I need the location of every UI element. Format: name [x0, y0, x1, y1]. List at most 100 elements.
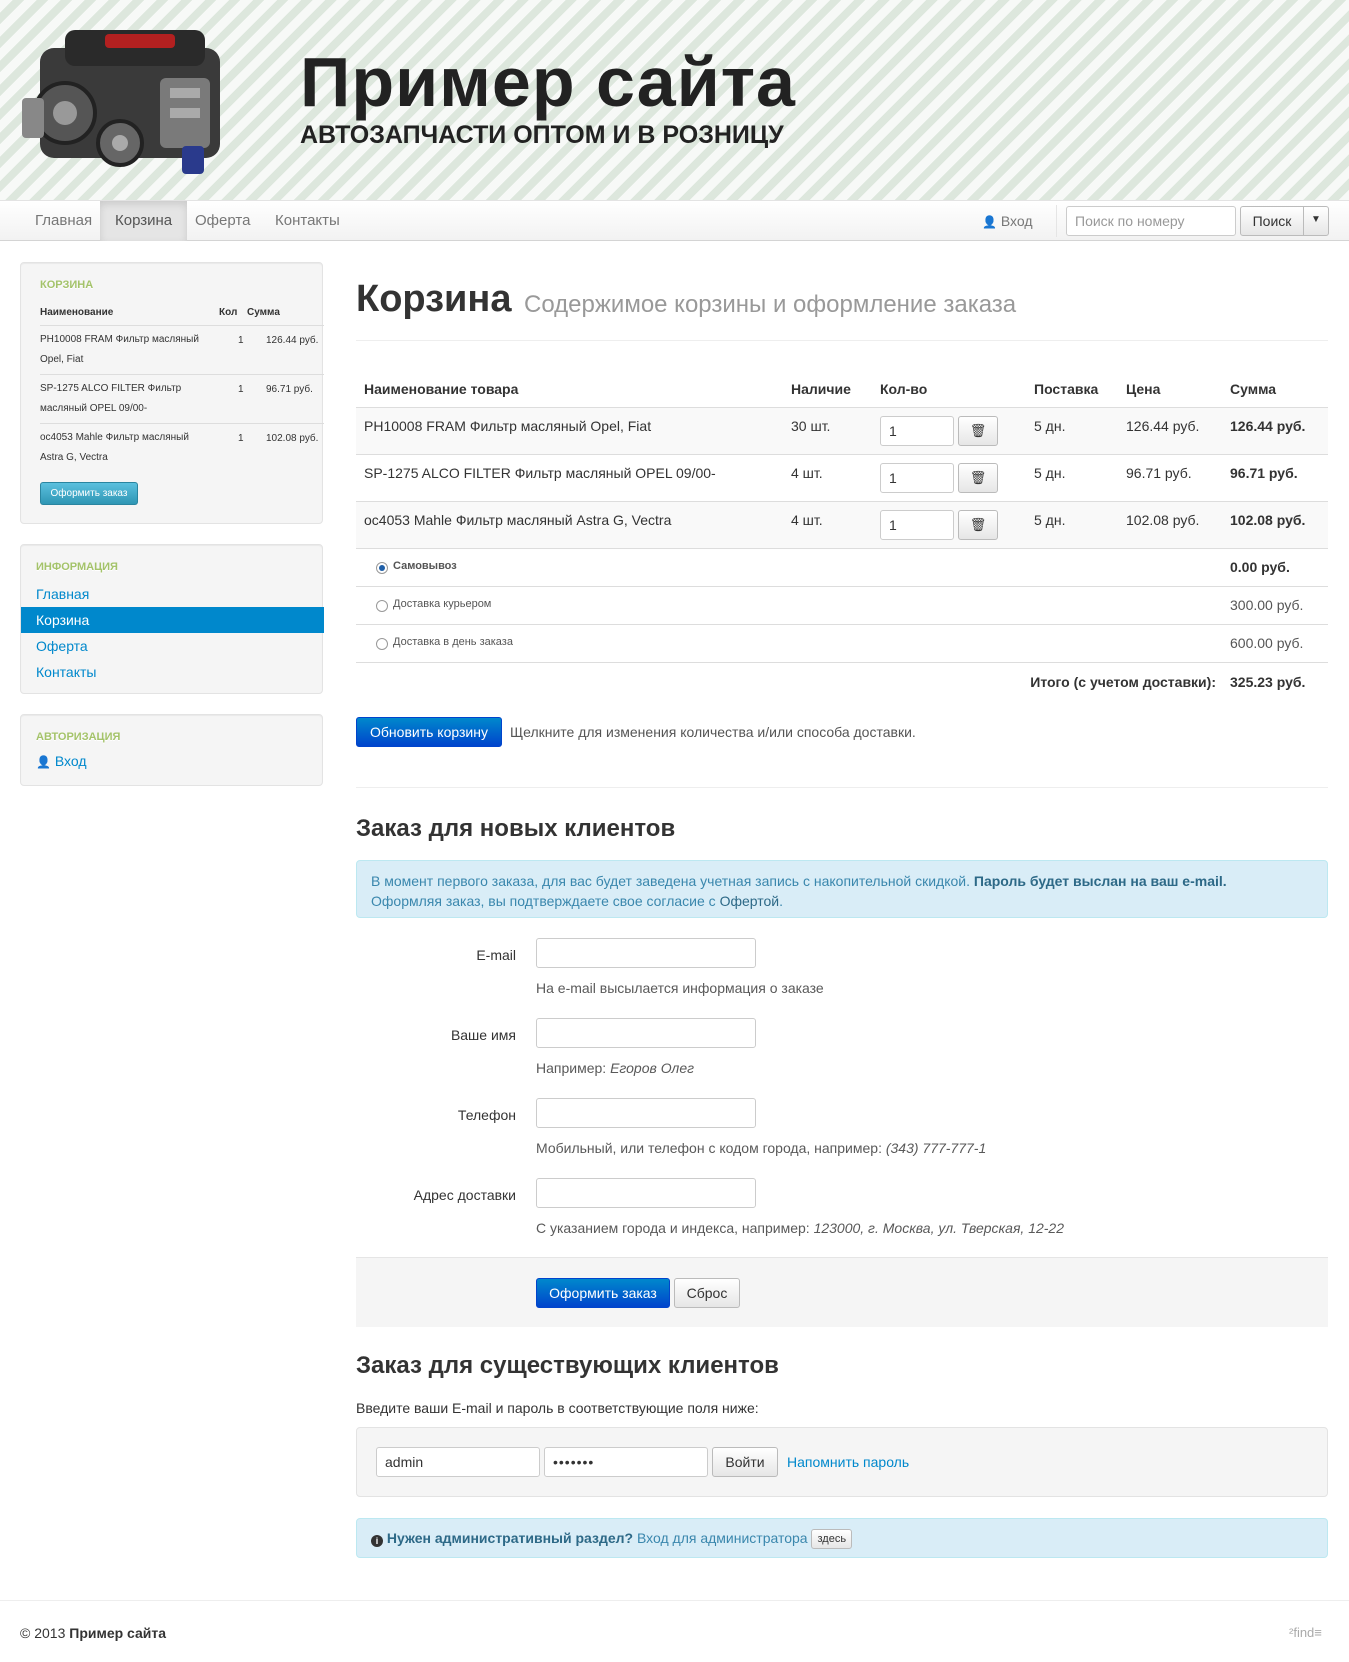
divider [356, 787, 1328, 788]
new-clients-heading: Заказ для новых клиентов [356, 815, 676, 842]
form-actions: Оформить заказ Сброс [356, 1257, 1328, 1327]
address-label: Адрес доставки [413, 1187, 516, 1203]
trash-icon: 🗑 [969, 517, 987, 532]
address-help: С указанием города и индекса, например: … [536, 1220, 1065, 1236]
shipping-option: Самовывоз 0.00 руб. [356, 548, 1328, 586]
search-dropdown-toggle[interactable]: ▼ [1303, 206, 1329, 236]
total-row: Итого (с учетом доставки): 325.23 руб. [356, 662, 1328, 700]
nav-item-home[interactable]: Главная [20, 201, 107, 241]
quantity-input[interactable]: 1 [880, 416, 954, 446]
sidebar-link-cart[interactable]: Корзина [21, 607, 324, 633]
total-value: 325.23 руб. [1230, 674, 1306, 690]
table-row: oc4053 Mahle Фильтр масляный Astra G, Ve… [356, 501, 1328, 548]
sidebar-login-link[interactable]: 👤 Вход [36, 753, 87, 769]
phone-help: Мобильный, или телефон с кодом города, н… [536, 1140, 987, 1156]
phone-label: Телефон [457, 1107, 516, 1123]
col-qty: Кол-во [880, 381, 928, 397]
name-label: Ваше имя [450, 1027, 516, 1043]
phone-field[interactable] [536, 1098, 756, 1128]
search-button[interactable]: Поиск [1240, 206, 1304, 236]
quantity-input[interactable]: 1 [880, 463, 954, 493]
mini-col-sum: Сумма [247, 307, 280, 318]
nav-item-cart[interactable]: Корзина [100, 201, 188, 241]
shipping-radio[interactable] [376, 600, 388, 612]
site-title: Пример сайта [300, 43, 796, 121]
top-navbar: Главная Корзина Оферта Контакты 👤 Вход П… [0, 200, 1349, 241]
site-header: Пример сайта АВТОЗАПЧАСТИ ОПТОМ И В РОЗН… [0, 0, 1349, 200]
update-hint: Щелкните для изменения количества и/или … [510, 724, 916, 740]
info-icon: i [371, 1535, 383, 1547]
shipping-radio[interactable] [376, 638, 388, 650]
remind-password-link[interactable]: Напомнить пароль [787, 1454, 909, 1470]
name-help: Например: Егоров Олег [536, 1060, 695, 1076]
email-help: На e-mail высылается информация о заказе [536, 980, 824, 996]
email-label: E-mail [476, 947, 516, 963]
mini-cart-row: SP-1275 ALCO FILTER Фильтр масляный OPEL… [40, 374, 324, 423]
mini-col-qty: Кол [219, 307, 238, 318]
sidebar-cart-heading: КОРЗИНА [40, 279, 94, 291]
table-row: PH10008 FRAM Фильтр масляный Opel, Fiat … [356, 407, 1328, 454]
sidebar-link-home[interactable]: Главная [21, 581, 324, 607]
login-email-field[interactable]: admin [376, 1447, 540, 1477]
login-button[interactable]: Войти [712, 1447, 778, 1477]
sidebar-link-offer[interactable]: Оферта [21, 633, 324, 659]
sidebar-info-heading: ИНФОРМАЦИЯ [36, 561, 118, 573]
mini-cart-row: oc4053 Mahle Фильтр масляный Astra G, Ve… [40, 423, 324, 472]
shipping-option: Доставка курьером 300.00 руб. [356, 586, 1328, 624]
shipping-option: Доставка в день заказа 600.00 руб. [356, 624, 1328, 662]
col-sum: Сумма [1230, 381, 1277, 397]
page-title: Корзина [356, 278, 512, 320]
site-subtitle: АВТОЗАПЧАСТИ ОПТОМ И В РОЗНИЦУ [300, 121, 784, 149]
admin-alert-text: Вход для администратора [636, 1530, 808, 1546]
user-icon: 👤 [982, 215, 997, 229]
delete-item-button[interactable]: 🗑 [958, 416, 998, 446]
user-icon: 👤 [36, 755, 51, 769]
col-price: Цена [1126, 381, 1161, 397]
sidebar-link-contacts[interactable]: Контакты [21, 659, 324, 685]
mini-cart-row: PH10008 FRAM Фильтр масляный Opel, Fiat … [40, 325, 324, 374]
nav-divider [1056, 205, 1057, 237]
engine-logo-image [22, 30, 220, 174]
reset-button[interactable]: Сброс [674, 1278, 740, 1308]
delete-item-button[interactable]: 🗑 [958, 463, 998, 493]
table-row: SP-1275 ALCO FILTER Фильтр масляный OPEL… [356, 454, 1328, 501]
update-cart-button[interactable]: Обновить корзину [356, 717, 502, 747]
existing-clients-heading: Заказ для существующих клиентов [356, 1352, 779, 1379]
quantity-input[interactable]: 1 [880, 510, 954, 540]
sidebar-auth-panel: АВТОРИЗАЦИЯ 👤 Вход [20, 714, 323, 786]
sidebar-checkout-button[interactable]: Оформить заказ [40, 482, 138, 505]
col-product-name: Наименование товара [364, 381, 519, 397]
col-delivery: Поставка [1034, 381, 1099, 397]
footer-copyright: © 2013 Пример сайта [20, 1625, 167, 1641]
admin-info-alert: i Нужен административный раздел? Вход дл… [356, 1518, 1328, 1558]
shipping-radio[interactable] [376, 562, 388, 574]
name-field[interactable] [536, 1018, 756, 1048]
login-password-field[interactable]: ••••••• [544, 1447, 708, 1477]
footer-divider [0, 1600, 1349, 1601]
nav-login-link[interactable]: 👤 Вход [982, 201, 1033, 242]
new-clients-info-alert: В момент первого заказа, для вас будет з… [356, 860, 1328, 918]
sidebar-auth-heading: АВТОРИЗАЦИЯ [36, 731, 121, 743]
sidebar-info-panel: ИНФОРМАЦИЯ Главная Корзина Оферта Контак… [20, 544, 324, 694]
nav-item-offer[interactable]: Оферта [180, 201, 265, 241]
col-stock: Наличие [791, 381, 851, 397]
nav-item-contacts[interactable]: Контакты [260, 201, 355, 241]
existing-clients-instruction: Введите ваши E-mail и пароль в соответст… [356, 1400, 759, 1416]
total-label: Итого (с учетом доставки): [1030, 674, 1216, 690]
caret-down-icon: ▼ [1311, 214, 1321, 225]
mini-col-name: Наименование [40, 307, 114, 318]
trash-icon: 🗑 [969, 470, 987, 485]
footer-logo[interactable]: ²find≡ [1289, 1625, 1322, 1640]
address-field[interactable] [536, 1178, 756, 1208]
admin-here-button[interactable]: здесь [811, 1529, 853, 1549]
search-input[interactable]: Поиск по номеру [1066, 206, 1236, 236]
email-field[interactable] [536, 938, 756, 968]
sidebar-cart-panel: КОРЗИНА Наименование Кол Сумма PH10008 F… [20, 262, 324, 524]
trash-icon: 🗑 [969, 423, 987, 438]
offer-link[interactable]: Офертой [720, 893, 780, 909]
divider [356, 340, 1328, 341]
page-subtitle: Содержимое корзины и оформление заказа [524, 291, 1017, 318]
delete-item-button[interactable]: 🗑 [958, 510, 998, 540]
admin-alert-bold: Нужен административный раздел? [386, 1530, 634, 1546]
submit-order-button[interactable]: Оформить заказ [536, 1278, 670, 1308]
